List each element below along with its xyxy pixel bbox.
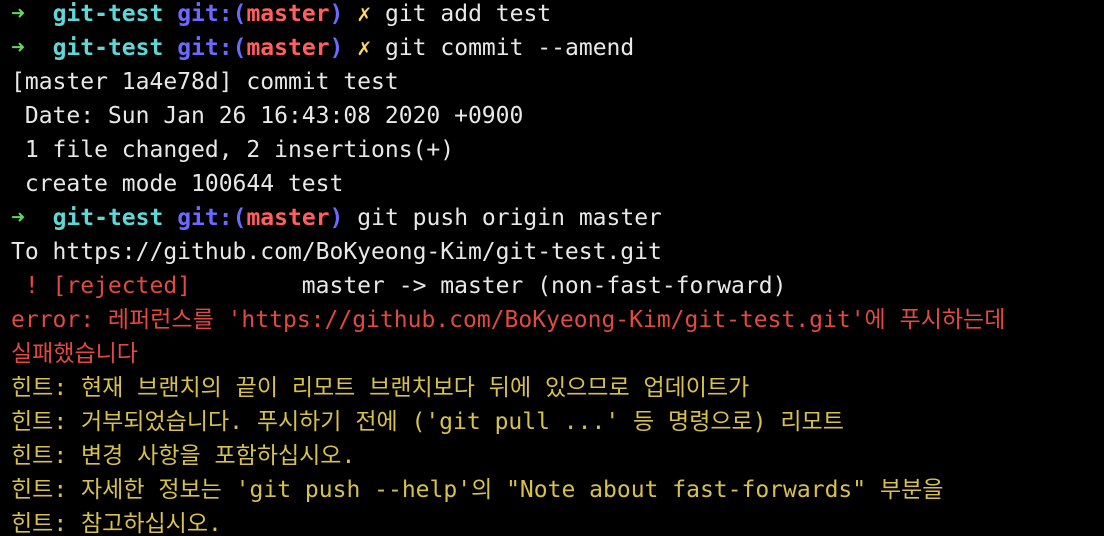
command-text: git add test	[384, 1, 552, 27]
dirty-mark-icon: ✗	[357, 35, 372, 61]
prompt-directory: git-test	[52, 35, 164, 61]
prompt-directory: git-test	[52, 205, 164, 231]
error-line-11: 실패했습니다	[11, 341, 138, 367]
output-line-6: create mode 100644 test	[11, 171, 344, 197]
prompt-arrow-icon: ➜	[11, 35, 25, 61]
hint-line-13: 힌트: 거부되었습니다. 푸시하기 전에 ('git pull ...' 등 명…	[11, 409, 844, 435]
prompt-git-label: git:(	[177, 1, 247, 27]
rejected-label: ! [rejected]	[11, 273, 192, 299]
prompt-directory: git-test	[52, 1, 164, 27]
prompt-line-2: ➜ git-test git:(master) ✗ git commit --a…	[11, 31, 634, 65]
command-text: git commit --amend	[384, 35, 635, 61]
prompt-branch: master	[246, 205, 330, 231]
hint-line-12: 힌트: 현재 브랜치의 끝이 리모트 브랜치보다 뒤에 있으므로 업데이트가	[11, 375, 750, 401]
prompt-branch: master	[246, 1, 330, 27]
terminal-window[interactable]: ➜ git-test git:(master) ✗ git add test ➜…	[0, 0, 1104, 536]
command-text: git push origin master	[357, 205, 662, 231]
rejected-detail: master -> master (non-fast-forward)	[191, 273, 787, 299]
prompt-branch: master	[246, 35, 330, 61]
dirty-mark-icon: ✗	[357, 1, 372, 27]
output-line-9: ! [rejected] master -> master (non-fast-…	[11, 269, 787, 303]
prompt-git-close: )	[329, 205, 344, 231]
hint-line-14: 힌트: 변경 사항을 포함하십시오.	[11, 443, 356, 469]
prompt-arrow-icon: ➜	[11, 205, 25, 231]
prompt-git-label: git:(	[177, 205, 247, 231]
error-line-10: error: 레퍼런스를 'https://github.com/BoKyeon…	[11, 307, 1006, 333]
output-line-8: To https://github.com/BoKyeong-Kim/git-t…	[11, 239, 662, 265]
hint-line-16: 힌트: 참고하십시오.	[11, 511, 222, 536]
prompt-git-close: )	[329, 1, 344, 27]
prompt-arrow-icon: ➜	[11, 1, 25, 27]
prompt-line-1: ➜ git-test git:(master) ✗ git add test	[11, 0, 551, 31]
output-line-3: [master 1a4e78d] commit test	[11, 69, 399, 95]
output-line-5: 1 file changed, 2 insertions(+)	[11, 137, 455, 163]
prompt-git-close: )	[329, 35, 344, 61]
output-line-4: Date: Sun Jan 26 16:43:08 2020 +0900	[11, 103, 524, 129]
prompt-line-7: ➜ git-test git:(master) git push origin …	[11, 201, 662, 235]
hint-line-15: 힌트: 자세한 정보는 'git push --help'의 "Note abo…	[11, 477, 944, 503]
prompt-git-label: git:(	[177, 35, 247, 61]
